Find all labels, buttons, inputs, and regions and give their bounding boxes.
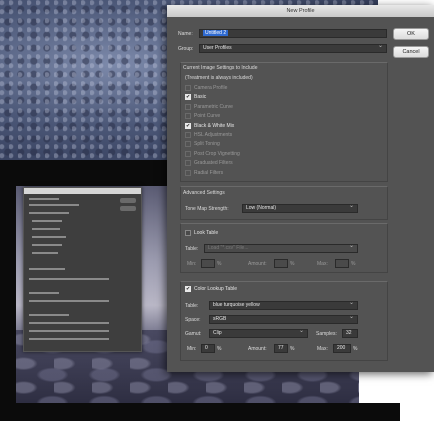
clt-space-label: Space: (185, 317, 201, 323)
name-input-value: Untitled 2 (203, 30, 229, 36)
look-min-label: Min: (187, 261, 197, 267)
mini-line (29, 300, 109, 302)
mini-line (32, 236, 66, 238)
mini-line (29, 204, 79, 206)
settings-checkbox[interactable] (185, 141, 191, 148)
mini-line (29, 330, 109, 332)
name-label: Name: (178, 31, 193, 37)
look-table-checkbox[interactable] (185, 230, 191, 236)
name-input[interactable]: Untitled 2 (199, 29, 387, 38)
settings-checkbox[interactable]: ✔ (185, 122, 191, 129)
color-lookup-label: Color Lookup Table (194, 286, 237, 292)
settings-checkbox-label: Graduated Filters (194, 160, 233, 167)
settings-heading: Current Image Settings to Include (183, 65, 258, 71)
clt-samples-value: 32 (346, 330, 352, 336)
clt-samples-label: Samples: (316, 331, 337, 337)
background-band-bottom (0, 403, 400, 421)
clt-max-input[interactable]: 200 (333, 344, 351, 353)
tonemap-select-value: Low (Normal) (246, 205, 277, 211)
look-max-label: Max: (317, 261, 328, 267)
settings-checkbox[interactable] (185, 103, 191, 110)
settings-checkbox-label: Basic (194, 94, 207, 101)
group-label: Group: (178, 46, 194, 52)
tonemap-select[interactable]: Low (Normal) (242, 203, 358, 213)
clt-gamut-value: Clip (213, 330, 222, 336)
mini-line (32, 220, 62, 222)
mini-line (29, 268, 65, 270)
look-table-table-label: Table: (185, 246, 199, 252)
dialog-title: New Profile (167, 5, 434, 17)
look-max-unit: % (351, 261, 356, 267)
clt-samples-input[interactable]: 32 (342, 329, 358, 338)
mini-line (29, 278, 109, 280)
settings-checkbox[interactable] (185, 150, 191, 157)
mini-line (29, 314, 69, 316)
mini-line (29, 322, 109, 324)
clt-min-input[interactable]: 0 (201, 344, 215, 353)
new-profile-dialog: New Profile Name: Untitled 2 Group: User… (167, 5, 434, 372)
clt-table-select[interactable]: blue turquoise yellow (209, 300, 358, 310)
settings-checkbox[interactable] (185, 169, 191, 176)
settings-checkbox-label: Radial Filters (194, 169, 224, 176)
mini-line (29, 212, 69, 214)
mini-line (29, 292, 59, 294)
settings-checkbox[interactable] (185, 160, 191, 167)
look-table-file-value: Load "*.csv" File... (208, 245, 249, 251)
clt-max-value: 200 (337, 345, 346, 351)
look-max-input[interactable] (335, 259, 349, 268)
clt-amount-label: Amount: (248, 346, 267, 352)
settings-checkbox-label: Split Toning (194, 141, 220, 148)
ok-button[interactable]: OK (393, 28, 429, 40)
clt-max-unit: % (353, 346, 358, 352)
clt-gamut-label: Gamut: (185, 331, 202, 337)
clt-amount-input[interactable]: 77 (274, 344, 288, 353)
settings-checkbox[interactable] (185, 132, 191, 138)
settings-checkbox-label: Black & White Mix (194, 122, 235, 129)
settings-note: (Treatment is always included) (185, 75, 253, 81)
clt-min-unit: % (217, 346, 222, 352)
clt-space-value: sRGB (213, 316, 227, 322)
background-band-left (0, 160, 16, 421)
settings-checkbox-label: Camera Profile (194, 85, 228, 91)
color-lookup-checkbox[interactable]: ✔ (185, 286, 191, 292)
cancel-button[interactable]: Cancel (393, 46, 429, 58)
group-select-value: User Profiles (203, 45, 232, 51)
mini-ok-button (120, 198, 136, 203)
settings-checkbox-label: Parametric Curve (194, 103, 233, 110)
clt-amount-value: 77 (278, 345, 284, 351)
look-table-label: Look Table (194, 230, 219, 236)
clt-max-label: Max: (317, 346, 328, 352)
look-min-unit: % (217, 261, 222, 267)
clt-table-label: Table: (185, 303, 199, 309)
mini-line (29, 198, 59, 200)
mini-dialog-thumbnail (23, 187, 142, 352)
settings-checkbox-label: Point Curve (194, 113, 221, 120)
advanced-group (180, 186, 388, 220)
look-amount-unit: % (290, 261, 295, 267)
settings-checkbox[interactable]: ✔ (185, 94, 191, 101)
clt-amount-unit: % (290, 346, 295, 352)
clt-space-select[interactable]: sRGB (209, 314, 358, 324)
look-table-file-select[interactable]: Load "*.csv" File... (204, 243, 358, 253)
tonemap-label: Tone Map Strength: (185, 206, 229, 212)
group-select[interactable]: User Profiles (199, 43, 387, 53)
clt-table-value: blue turquoise yellow (213, 302, 260, 308)
look-amount-label: Amount: (248, 261, 267, 267)
settings-checkbox-label: HSL Adjustments (194, 132, 233, 138)
clt-min-value: 0 (205, 345, 208, 351)
settings-checkbox[interactable] (185, 85, 191, 91)
settings-checkbox[interactable] (185, 113, 191, 120)
mini-cancel-button (120, 206, 136, 211)
mini-line (29, 338, 109, 340)
look-amount-input[interactable] (274, 259, 288, 268)
look-min-input[interactable] (201, 259, 215, 268)
clt-gamut-select[interactable]: Clip (209, 328, 308, 338)
mini-line (32, 228, 60, 230)
mini-line (32, 244, 62, 246)
clt-min-label: Min: (187, 346, 197, 352)
mini-dialog-titlebar (24, 188, 141, 194)
mini-line (32, 252, 58, 254)
settings-checkbox-label: Post Crop Vignetting (194, 150, 240, 157)
